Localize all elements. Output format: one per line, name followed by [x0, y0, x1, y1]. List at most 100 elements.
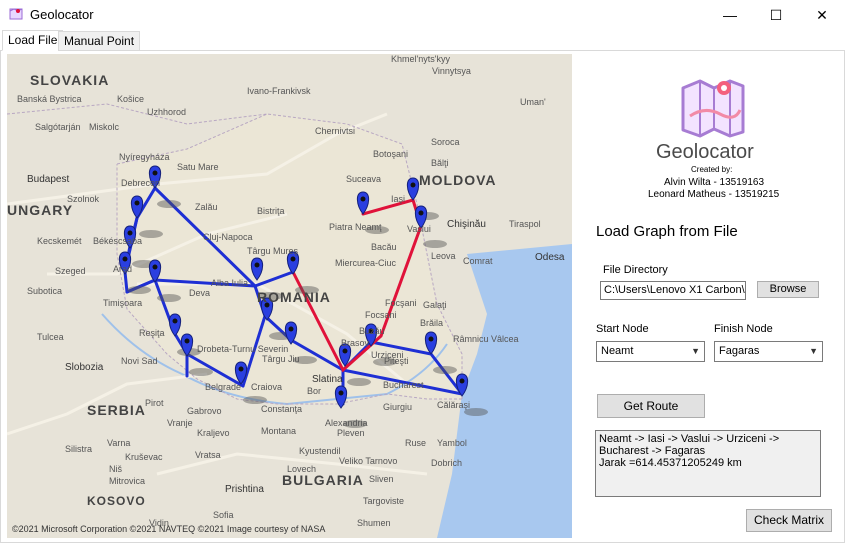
tab-load-file[interactable]: Load File — [2, 30, 64, 51]
map-label-city: Uman' — [520, 97, 546, 107]
map-label-city: Khmel'nyts'kyy — [391, 54, 450, 64]
map-label-city: Targoviste — [363, 496, 405, 506]
map-label-city: Bucharest — [383, 380, 424, 390]
result-line: Bucharest -> Fagaras — [599, 445, 706, 457]
map-label-city: Bor — [307, 386, 322, 396]
map-label-city: Slobozia — [65, 362, 104, 373]
map-label-city: Iaşi — [391, 194, 406, 204]
map-label-city: Ivano-Frankivsk — [247, 86, 311, 96]
get-route-button[interactable]: Get Route — [597, 394, 705, 418]
map-label-city: Odesa — [535, 252, 565, 263]
file-directory-label: File Directory — [603, 264, 668, 276]
map-label-city: Târgu Jiu — [262, 354, 300, 364]
map-label-city: Brăila — [420, 318, 444, 328]
map-label-city: Satu Mare — [177, 162, 219, 172]
file-path-field[interactable]: C:\Users\Lenovo X1 Carbon\ — [600, 281, 746, 300]
map-label-city: Giurgiu — [383, 402, 413, 412]
browse-button[interactable]: Browse — [757, 281, 819, 298]
map-label-city: Leova — [431, 251, 456, 261]
map-label-city: Varna — [107, 438, 131, 448]
tab-bar: Load File Manual Point — [0, 30, 845, 51]
map-label-city: Galaţi — [423, 300, 447, 310]
minimize-button[interactable]: — — [707, 0, 753, 30]
map-label-city: Salgótarján — [35, 122, 81, 132]
map-label-city: Dobrich — [431, 458, 463, 468]
map-label-city: Sofia — [213, 510, 234, 520]
map-label-city: Botoşani — [373, 149, 409, 159]
map-label-city: Focşani — [385, 298, 417, 308]
map-label-city: Pleven — [337, 428, 365, 438]
map-view[interactable]: SLOVAKIA UNGARY ROMANIA SERBIA BULGARIA … — [7, 54, 572, 538]
map-label-slovakia: SLOVAKIA — [30, 72, 110, 88]
start-node-label: Start Node — [596, 323, 649, 335]
map-label-city: Silistra — [65, 444, 93, 454]
map-label-city: Chişinău — [447, 219, 486, 230]
map-label-city: Slatina — [312, 374, 343, 385]
map-label-city: Miskolc — [89, 122, 120, 132]
map-label-city: Niš — [109, 464, 122, 474]
author-2: Leonard Matheus - 13519215 — [648, 189, 780, 200]
map-label-hungary: UNGARY — [7, 202, 74, 218]
map-label-city: Novi Sad — [121, 356, 158, 366]
map-label-city: Vratsa — [195, 450, 221, 460]
map-label-city: Tulcea — [37, 332, 64, 342]
route-result-textarea[interactable]: Neamt -> Iasi -> Vaslui -> Urziceni -> B… — [595, 430, 821, 497]
map-label-city: Alexandria — [325, 418, 368, 428]
map-label-city: Călăraşi — [437, 400, 471, 410]
map-label-romania: ROMANIA — [257, 289, 331, 305]
tab-manual-point[interactable]: Manual Point — [58, 31, 141, 51]
maximize-button[interactable]: ☐ — [753, 0, 799, 30]
start-node-select[interactable]: Neamt ▼ — [596, 341, 705, 362]
map-label-city: Târgu Mureş — [247, 246, 299, 256]
map-label-city: Focsani — [365, 310, 397, 320]
map-label-city: Kecskemét — [37, 236, 82, 246]
result-line: Neamt -> Iasi -> Vaslui -> Urziceni -> — [599, 433, 780, 445]
map-label-city: Alba Iulia — [211, 278, 249, 288]
map-label-city: Banská Bystrica — [17, 94, 82, 104]
map-label-city: Timişoara — [103, 298, 143, 308]
map-label-city: Budapest — [27, 174, 70, 185]
finish-node-select[interactable]: Fagaras ▼ — [714, 341, 823, 362]
section-title: Load Graph from File — [596, 223, 738, 240]
map-label-city: Prishtina — [225, 484, 264, 495]
map-label-kosovo: KOSOVO — [87, 494, 146, 508]
textarea-scrollbar[interactable] — [803, 431, 820, 496]
map-label-city: Constanţa — [261, 404, 303, 414]
map-label-city: Suceava — [346, 174, 382, 184]
map-label-city: Gabrovo — [187, 406, 222, 416]
map-label-city: Râmnicu Vâlcea — [453, 334, 519, 344]
map-label-city: Vranje — [167, 418, 193, 428]
map-label-city: Kraljevo — [197, 428, 230, 438]
map-label-city: Miercurea-Ciuc — [335, 258, 397, 268]
map-label-city: Craiova — [251, 382, 283, 392]
map-label-city: Brasov — [341, 338, 370, 348]
app-name: Geolocator — [656, 141, 754, 163]
map-label-city: Vinnytsya — [432, 66, 471, 76]
map-label-city: Nyíregyháza — [119, 152, 170, 162]
map-label-city: Ruse — [405, 438, 427, 448]
map-label-city: Piatra Neamţ — [329, 222, 382, 232]
map-label-city: Debrecen — [121, 178, 161, 188]
map-label-city: Cluj-Napoca — [203, 232, 253, 242]
map-label-city: Békéscsaba — [93, 236, 143, 246]
map-label-city: Reşiţa — [139, 328, 165, 338]
map-label-city: Deva — [189, 288, 211, 298]
close-button[interactable]: ✕ — [799, 0, 845, 30]
map-label-city: Yambol — [437, 438, 467, 448]
map-label-city: Chernivtsi — [315, 126, 356, 136]
map-label-city: Mitrovica — [109, 476, 146, 486]
map-label-city: Buzău — [359, 326, 385, 336]
check-matrix-button[interactable]: Check Matrix — [746, 509, 832, 532]
map-label-city: Pirot — [145, 398, 164, 408]
map-label-city: Tiraspol — [509, 219, 541, 229]
map-label-city: Urziceni — [371, 350, 404, 360]
map-label-city: Bacău — [371, 242, 397, 252]
map-label-city: Drobeta-Turnu Severin — [197, 344, 289, 354]
start-node-value: Neamt — [601, 345, 634, 357]
app-icon — [9, 8, 23, 20]
map-label-city: Subotica — [27, 286, 63, 296]
result-line: Jarak =614.45371205249 km — [599, 457, 742, 469]
map-label-city: Belgrade — [205, 382, 242, 392]
map-label-city: Košice — [117, 94, 145, 104]
chevron-down-icon: ▼ — [809, 346, 818, 356]
